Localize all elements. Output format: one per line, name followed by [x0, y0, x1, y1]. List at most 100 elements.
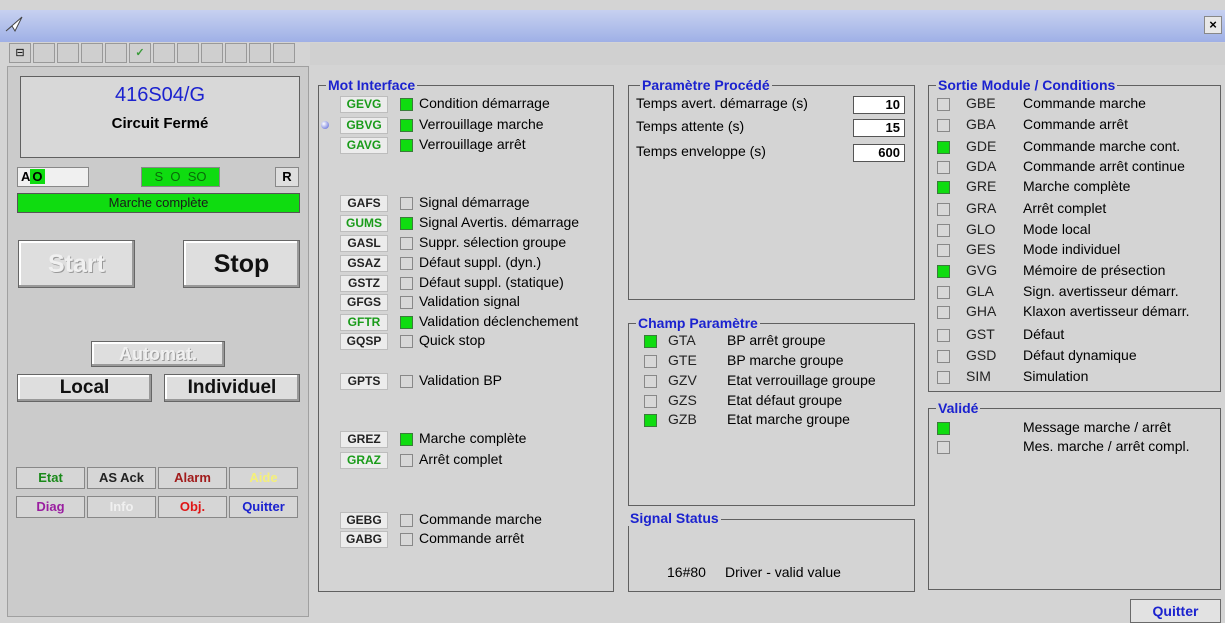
toolbar-slot[interactable]: [273, 43, 295, 63]
output-label: Mémoire de présection: [1023, 262, 1166, 278]
checkbox[interactable]: [400, 335, 413, 348]
stop-button[interactable]: Stop: [183, 240, 300, 288]
toolbar-slot[interactable]: [57, 43, 79, 63]
local-button[interactable]: Local: [17, 374, 152, 402]
output-code: GST: [966, 326, 995, 342]
window-menu-icon[interactable]: ⊟: [9, 43, 31, 63]
toolbar-slot[interactable]: [177, 43, 199, 63]
checkbox[interactable]: [400, 237, 413, 250]
checked-box[interactable]: [937, 141, 950, 154]
toolbar-slot[interactable]: [201, 43, 223, 63]
so-s: S: [154, 169, 164, 184]
checked-box[interactable]: [937, 181, 950, 194]
output-code: GLO: [966, 221, 996, 237]
aide-button[interactable]: Aide: [229, 467, 298, 489]
close-window-icon[interactable]: ×: [1204, 16, 1222, 34]
checkbox[interactable]: [937, 306, 950, 319]
output-code: GBA: [966, 116, 996, 132]
toolbar-slot[interactable]: [105, 43, 127, 63]
checkbox[interactable]: [937, 161, 950, 174]
parameter-value-input[interactable]: 15: [853, 119, 905, 137]
signal-code: GFTR: [340, 314, 388, 331]
output-label: Défaut dynamique: [1023, 347, 1137, 363]
reset-button[interactable]: R: [275, 167, 299, 187]
checkbox[interactable]: [400, 375, 413, 388]
toolbar-slot[interactable]: [225, 43, 247, 63]
output-label: Sign. avertisseur démarr.: [1023, 283, 1179, 299]
field-label: BP marche groupe: [727, 352, 844, 368]
etat-button[interactable]: Etat: [16, 467, 85, 489]
signal-label: Défaut suppl. (statique): [419, 274, 564, 290]
ao-a: A: [21, 169, 31, 184]
checkbox[interactable]: [937, 98, 950, 111]
checkbox[interactable]: [400, 296, 413, 309]
toolbar-slot[interactable]: [153, 43, 175, 63]
signal-code: GFGS: [340, 294, 388, 311]
checkbox[interactable]: [400, 514, 413, 527]
checkbox[interactable]: [644, 375, 657, 388]
toolbar-slot[interactable]: [33, 43, 55, 63]
output-code: SIM: [966, 368, 991, 384]
checked-box[interactable]: [644, 335, 657, 348]
selection-dot-icon: [321, 121, 329, 129]
checkbox[interactable]: [400, 454, 413, 467]
signal-label: Commande marche: [419, 511, 542, 527]
checkbox[interactable]: [937, 329, 950, 342]
app-logo-icon: [5, 16, 23, 33]
checkbox[interactable]: [400, 277, 413, 290]
individuel-button[interactable]: Individuel: [164, 374, 300, 402]
checked-box[interactable]: [400, 98, 413, 111]
status-text: Marche complète: [108, 195, 209, 210]
output-code: GBE: [966, 95, 996, 111]
info-button[interactable]: Info: [87, 496, 156, 518]
so-indicator: S O SO: [141, 167, 220, 187]
checkbox[interactable]: [644, 395, 657, 408]
output-label: Défaut: [1023, 326, 1065, 342]
output-label: Klaxon avertisseur démarr.: [1023, 303, 1190, 319]
checkbox[interactable]: [400, 257, 413, 270]
field-code: GZV: [668, 372, 697, 388]
quitter-grid-button[interactable]: Quitter: [229, 496, 298, 518]
toolbar-slot[interactable]: [249, 43, 271, 63]
obj-button[interactable]: Obj.: [158, 496, 227, 518]
checkbox[interactable]: [644, 355, 657, 368]
checkbox[interactable]: [937, 244, 950, 257]
checkbox[interactable]: [937, 286, 950, 299]
checked-box[interactable]: [400, 316, 413, 329]
checked-box[interactable]: [400, 433, 413, 446]
parameter-value-input[interactable]: 600: [853, 144, 905, 162]
checked-box[interactable]: [937, 422, 950, 435]
automat-button[interactable]: Automat.: [91, 341, 225, 367]
checkbox[interactable]: [937, 350, 950, 363]
signal-label: Commande arrêt: [419, 530, 525, 546]
checked-box[interactable]: [400, 139, 413, 152]
signal-status-text: Driver - valid value: [725, 564, 841, 580]
checked-box[interactable]: [400, 217, 413, 230]
checkbox[interactable]: [937, 224, 950, 237]
checkbox[interactable]: [937, 203, 950, 216]
signal-code: GQSP: [340, 333, 388, 350]
ao-o: O: [30, 169, 45, 184]
checkbox[interactable]: [937, 441, 950, 454]
checked-box[interactable]: [400, 119, 413, 132]
start-button[interactable]: Start: [18, 240, 135, 288]
checked-box[interactable]: [644, 414, 657, 427]
checkbox[interactable]: [400, 533, 413, 546]
field-code: GZB: [668, 411, 697, 427]
toolbar-slot[interactable]: [81, 43, 103, 63]
quitter-button[interactable]: Quitter: [1130, 599, 1221, 623]
checked-box[interactable]: [937, 265, 950, 278]
checkbox[interactable]: [400, 197, 413, 210]
checkbox[interactable]: [937, 371, 950, 384]
field-code: GTA: [668, 332, 696, 348]
toolbar: ⊟ ✓: [9, 43, 309, 65]
signal-label: Marche complète: [419, 430, 527, 446]
field-label: Etat marche groupe: [727, 411, 850, 427]
checkbox[interactable]: [937, 119, 950, 132]
check-icon[interactable]: ✓: [129, 43, 151, 63]
signal-label: Défaut suppl. (dyn.): [419, 254, 542, 270]
diag-button[interactable]: Diag: [16, 496, 85, 518]
parameter-value-input[interactable]: 10: [853, 96, 905, 114]
alarm-button[interactable]: Alarm: [158, 467, 227, 489]
as-ack-button[interactable]: AS Ack: [87, 467, 156, 489]
